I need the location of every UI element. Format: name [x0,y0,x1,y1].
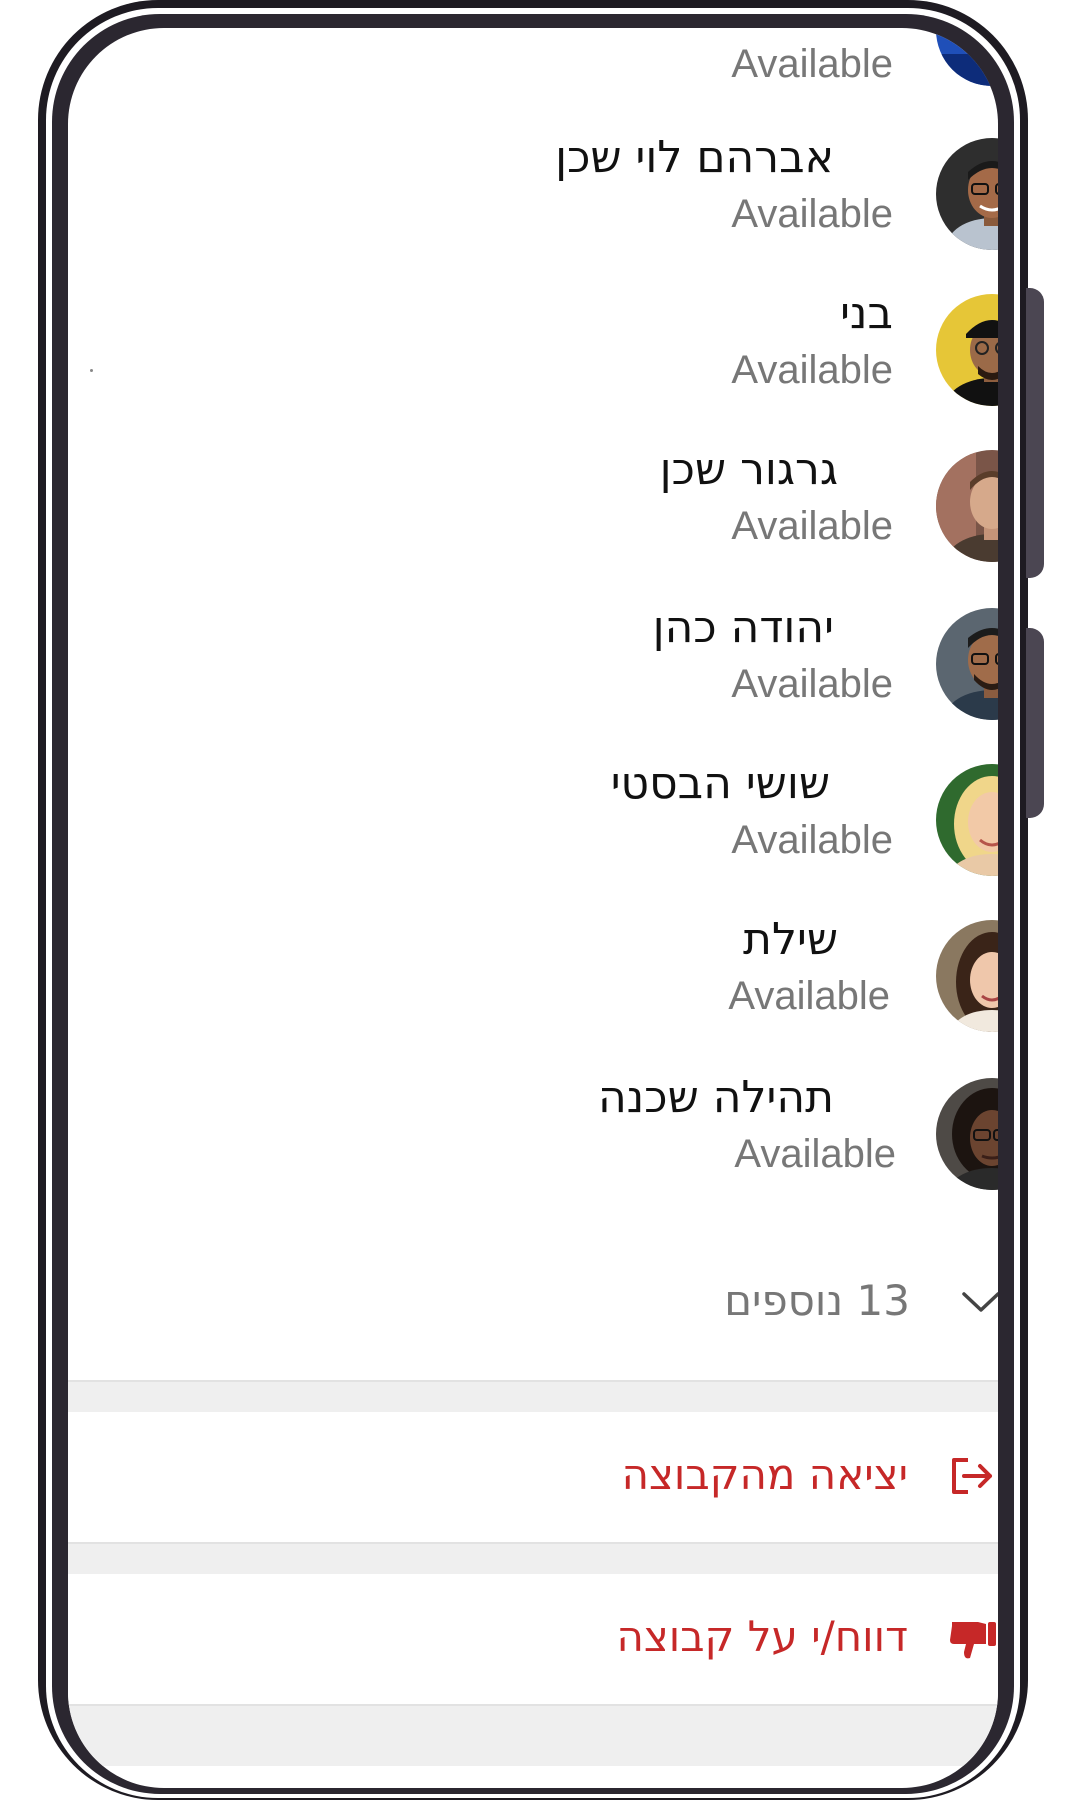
exit-group-label: יציאה מהקבוצה [621,1450,908,1499]
avatar [936,138,998,250]
member-row[interactable]: שילת Available [68,906,998,1056]
member-name: גרגור שכן [659,444,838,495]
member-row[interactable]: תהילה שכנה Available [68,1064,998,1214]
avatar [936,1078,998,1190]
member-row[interactable]: גרגור שכן Available [68,436,998,586]
member-status: Available [731,42,893,86]
member-name: בני [840,288,893,339]
more-members-label: 13 נוספים [724,1276,910,1325]
avatar [936,608,998,720]
group-info-screen: Available אברהם לוי שכן Available בני Av… [68,28,998,1788]
member-name: שושי הבסטי [610,758,830,809]
section-divider [68,1542,998,1574]
section-divider [68,1380,998,1412]
chevron-down-icon [962,1292,998,1312]
phone-side-button [1026,628,1044,818]
avatar [936,28,998,86]
member-row[interactable]: יהודה כהן Available [68,594,998,744]
thumbs-down-icon [950,1622,996,1659]
member-status: Available [731,192,893,236]
show-more-members-button[interactable]: 13 נוספים [68,1268,998,1348]
decorative-dot [90,369,93,372]
member-name: תהילה שכנה [597,1072,834,1123]
avatar [936,294,998,406]
avatar [936,764,998,876]
member-status: Available [731,818,893,862]
member-row[interactable]: בני Available [68,280,998,430]
exit-icon [952,1458,992,1494]
member-status: Available [734,1132,896,1176]
exit-group-button[interactable]: יציאה מהקבוצה [68,1412,998,1542]
report-group-label: דווח/י על קבוצה [616,1612,908,1661]
avatar [936,920,998,1032]
avatar [936,450,998,562]
phone-side-button [1026,288,1044,578]
member-status: Available [731,662,893,706]
member-status: Available [728,974,890,1018]
member-name: יהודה כהן [652,602,834,653]
member-status: Available [731,348,893,392]
member-row[interactable]: אברהם לוי שכן Available [68,124,998,274]
member-name: אברהם לוי שכן [555,132,834,183]
member-status: Available [731,504,893,548]
member-name: שילת [743,914,838,965]
member-row[interactable]: שושי הבסטי Available [68,750,998,900]
report-group-button[interactable]: דווח/י על קבוצה [68,1574,998,1704]
section-divider [68,1704,998,1766]
